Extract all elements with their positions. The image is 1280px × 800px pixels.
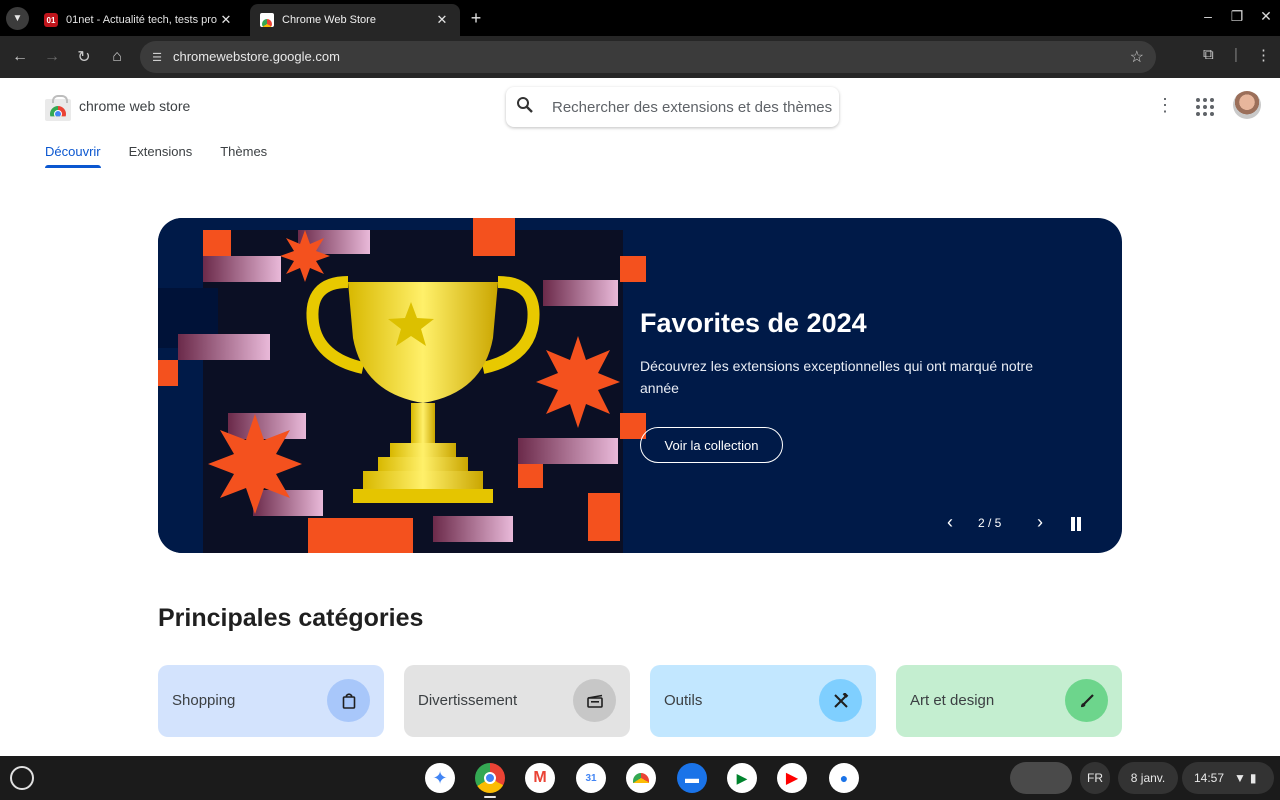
category-tools[interactable]: Outils	[650, 665, 876, 737]
tab-extensions[interactable]: Extensions	[129, 144, 193, 168]
os-shelf: ✦ M 31 ▬ ▶ ▶ ● FR 8 janv. 14:57 ▼ ▮	[0, 756, 1280, 800]
tab-strip: ▼ 01 01net - Actualité tech, tests pro ✕…	[0, 0, 1280, 36]
input-language[interactable]: FR	[1080, 762, 1110, 794]
category-art-design[interactable]: Art et design	[896, 665, 1122, 737]
youtube-app-icon[interactable]: ▶	[777, 763, 807, 793]
carousel-prev-icon[interactable]: ‹	[940, 512, 960, 532]
search-icon	[516, 96, 536, 119]
home-icon[interactable]: ⌂	[106, 46, 128, 68]
banner-subtitle: Découvrez les extensions exceptionnelles…	[640, 358, 1034, 396]
status-tray[interactable]: 14:57 ▼ ▮	[1182, 762, 1274, 794]
toolbar-divider: |	[1234, 46, 1238, 63]
shopping-bag-icon	[327, 679, 370, 722]
categories-heading: Principales catégories	[158, 604, 424, 632]
clapperboard-icon	[573, 679, 616, 722]
category-label: Art et design	[910, 692, 995, 709]
restore-icon[interactable]: ❐	[1227, 8, 1247, 25]
gemini-app-icon[interactable]: ✦	[425, 763, 455, 793]
tab-title: 01net - Actualité tech, tests pro	[66, 14, 218, 26]
tab-01net[interactable]: 01 01net - Actualité tech, tests pro ✕	[34, 4, 244, 36]
banner-title: Favorites de 2024	[640, 308, 867, 338]
brand-name[interactable]: chrome web store	[79, 98, 190, 114]
tools-icon	[819, 679, 862, 722]
address-bar[interactable]: ☰ chromewebstore.google.com ☆	[140, 41, 1156, 73]
view-collection-button[interactable]: Voir la collection	[640, 427, 783, 463]
carousel-counter: 2 / 5	[978, 516, 1002, 530]
01net-favicon-icon: 01	[44, 13, 58, 27]
web-store-app-icon[interactable]	[626, 763, 656, 793]
date-tray[interactable]: 8 janv.	[1118, 762, 1178, 794]
forward-icon[interactable]: →	[41, 46, 63, 68]
files-app-icon[interactable]: ▬	[677, 763, 707, 793]
chrome-web-store-logo-icon[interactable]	[45, 95, 71, 121]
close-icon[interactable]: ✕	[434, 12, 450, 28]
trophy-illustration	[158, 218, 648, 553]
chrome-web-store-favicon-icon	[260, 13, 274, 27]
back-icon[interactable]: ←	[9, 46, 31, 68]
search-input[interactable]: Rechercher des extensions et des thèmes	[506, 87, 839, 127]
more-options-icon[interactable]: ⋮	[1156, 95, 1174, 116]
meet-app-icon[interactable]: ▶	[727, 763, 757, 793]
category-label: Divertissement	[418, 692, 518, 709]
nav-tabs: Découvrir Extensions Thèmes	[45, 144, 295, 168]
holding-space-thumbnails[interactable]	[1010, 762, 1072, 794]
featured-banner[interactable]: Favorites de 2024 Découvrez les extensio…	[158, 218, 1122, 553]
category-label: Outils	[664, 692, 703, 709]
google-apps-icon[interactable]	[1196, 98, 1214, 116]
category-shopping[interactable]: Shopping	[158, 665, 384, 737]
bookmark-star-icon[interactable]: ☆	[1130, 47, 1144, 67]
close-window-icon[interactable]: ✕	[1256, 8, 1276, 25]
site-settings-icon[interactable]: ☰	[149, 49, 165, 65]
tab-themes[interactable]: Thèmes	[220, 144, 267, 168]
tab-title: Chrome Web Store	[282, 14, 376, 26]
wifi-icon: ▼	[1234, 771, 1246, 785]
search-placeholder: Rechercher des extensions et des thèmes	[552, 98, 833, 116]
messages-app-icon[interactable]: ●	[829, 763, 859, 793]
battery-icon: ▮	[1249, 771, 1257, 785]
reload-icon[interactable]: ↻	[73, 46, 95, 68]
tab-search-button[interactable]: ▼	[6, 7, 29, 30]
category-entertainment[interactable]: Divertissement	[404, 665, 630, 737]
chevron-down-icon: ▼	[12, 13, 23, 24]
brush-icon	[1065, 679, 1108, 722]
active-app-indicator	[484, 796, 496, 798]
url-text: chromewebstore.google.com	[173, 49, 340, 64]
tab-discover[interactable]: Découvrir	[45, 144, 101, 168]
new-tab-button[interactable]: +	[466, 8, 486, 28]
category-label: Shopping	[172, 692, 236, 709]
carousel-pause-icon[interactable]	[1070, 517, 1082, 531]
carousel-next-icon[interactable]: ›	[1030, 512, 1050, 532]
chrome-app-icon[interactable]	[475, 763, 505, 793]
web-page: chrome web store Rechercher des extensio…	[0, 78, 1280, 756]
calendar-app-icon[interactable]: 31	[576, 763, 606, 793]
clock: 14:57	[1194, 771, 1225, 785]
gmail-app-icon[interactable]: M	[525, 763, 555, 793]
launcher-icon[interactable]	[10, 766, 34, 790]
close-icon[interactable]: ✕	[218, 12, 234, 28]
minimize-icon[interactable]: –	[1198, 8, 1218, 24]
browser-toolbar: ← → ↻ ⌂ ☰ chromewebstore.google.com ☆ ⧉ …	[0, 36, 1280, 78]
tab-chrome-web-store[interactable]: Chrome Web Store ✕	[250, 4, 460, 36]
extensions-icon[interactable]: ⧉	[1203, 46, 1214, 63]
account-avatar[interactable]	[1233, 91, 1261, 119]
browser-menu-icon[interactable]: ⋮	[1256, 46, 1271, 64]
